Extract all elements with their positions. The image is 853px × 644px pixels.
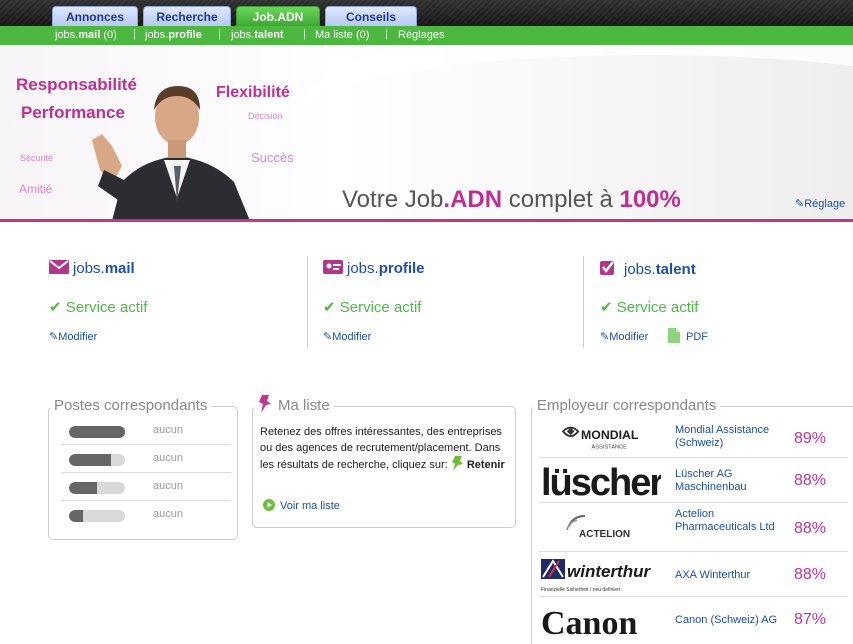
service-jobs-profile: jobs.profile ✔ Service actif ✎Modifier xyxy=(323,258,563,350)
hero-word-securite: Sécurité xyxy=(20,153,54,163)
poste-row: aucun xyxy=(61,501,231,529)
postes-title: Postes correspondants xyxy=(50,397,212,414)
match-bar-fill xyxy=(69,426,125,438)
hero-word-amitie: Amitié xyxy=(19,182,53,196)
employer-row[interactable]: winterthur Finanzielle Sicherheit / neu … xyxy=(539,553,848,597)
subnav-reglages[interactable]: Réglages xyxy=(398,29,444,41)
poste-row: aucun xyxy=(61,417,231,445)
subnav-jobs-mail[interactable]: jobs.mail (0) xyxy=(55,29,117,41)
retenir-label: Retenir xyxy=(466,459,505,471)
winterthur-logo-subtext: Finanzielle Sicherheit / neu definiert xyxy=(541,587,621,593)
employer-name: Actelion Pharmaceuticals Ltd xyxy=(675,508,775,533)
match-bar-fill xyxy=(69,482,97,494)
match-bar xyxy=(69,426,125,438)
service-jobs-mail: jobs.mail ✔ Service actif ✎Modifier xyxy=(49,258,289,350)
modify-link-mail[interactable]: ✎Modifier xyxy=(49,330,97,343)
reglage-link[interactable]: ✎Réglage xyxy=(795,197,845,210)
mondial-logo: MONDIAL ASSISTANCE xyxy=(561,426,639,450)
ma-liste-title: Ma liste xyxy=(254,395,334,414)
checkbox-icon xyxy=(600,261,614,275)
checkmark-icon: ✔ xyxy=(600,299,613,316)
profile-card-icon xyxy=(323,260,343,274)
service-status-mail: ✔ Service actif xyxy=(49,299,148,316)
winterthur-logo-text: winterthur xyxy=(567,562,651,581)
ma-liste-description: Retenez des offres intéressantes, des en… xyxy=(260,426,505,471)
employer-name: Mondial Assistance (Schweiz) xyxy=(675,424,770,449)
checkmark-icon: ✔ xyxy=(323,299,336,316)
employer-match-pct: 88% xyxy=(794,520,827,537)
service-title-talent: jobs.talent xyxy=(600,260,696,278)
voir-ma-liste-link[interactable]: Voir ma liste xyxy=(263,499,340,512)
mondial-logo-subtext: ASSISTANCE xyxy=(591,444,627,450)
businessman-illustration xyxy=(92,86,250,221)
employer-name: AXA Winterthur xyxy=(675,569,751,581)
service-status-profile: ✔ Service actif xyxy=(323,299,422,316)
modify-link-profile[interactable]: ✎Modifier xyxy=(323,330,371,343)
column-divider xyxy=(583,256,584,348)
match-bar xyxy=(69,510,125,522)
sub-navigation: jobs.mail (0) | jobs.profile | jobs.tale… xyxy=(0,26,853,45)
checkmark-icon: ✔ xyxy=(49,299,62,316)
employer-name: Canon (Schweiz) AG xyxy=(675,614,778,626)
match-bar xyxy=(69,482,125,494)
hero-title: Votre Job.ADN complet à 100% xyxy=(342,186,681,213)
employer-match-pct: 89% xyxy=(794,430,827,447)
tab-conseils[interactable]: Conseils xyxy=(325,6,417,26)
subnav-ma-liste[interactable]: Ma liste (0) xyxy=(315,29,369,41)
pushpin-icon xyxy=(259,395,271,413)
edit-icon: ✎ xyxy=(795,198,805,210)
service-title-mail: jobs.mail xyxy=(49,260,135,277)
tab-recherche[interactable]: Recherche xyxy=(143,6,231,26)
employer-row[interactable]: lüscher Lüscher AG Maschinenbau 88% xyxy=(539,459,848,503)
poste-value: aucun xyxy=(153,480,183,492)
poste-row: aucun xyxy=(61,445,231,473)
match-bar-fill xyxy=(69,454,111,466)
tab-job-adn[interactable]: Job.ADN xyxy=(236,6,320,26)
employer-match-pct: 88% xyxy=(794,566,827,583)
employer-match-pct: 88% xyxy=(794,472,827,489)
pdf-document-icon xyxy=(668,328,680,343)
service-title-profile: jobs.profile xyxy=(323,260,425,277)
luscher-logo-text: lüscher xyxy=(541,462,661,503)
employer-row[interactable]: Canon Canon (Schweiz) AG 87% xyxy=(539,598,848,642)
envelope-icon xyxy=(49,260,69,274)
postes-box: aucun aucun aucun aucun xyxy=(48,406,238,540)
hero-divider xyxy=(0,219,853,222)
subnav-separator: | xyxy=(133,28,136,40)
column-divider xyxy=(307,256,308,348)
modify-link-talent[interactable]: ✎Modifier xyxy=(600,330,648,343)
green-pushpin-icon xyxy=(451,456,463,471)
axa-winterthur-logo: winterthur Finanzielle Sicherheit / neu … xyxy=(541,559,651,593)
service-status-talent: ✔ Service actif xyxy=(600,299,699,316)
employeurs-title: Employeur correspondants xyxy=(533,397,721,414)
canon-logo: Canon xyxy=(541,605,637,642)
poste-value: aucun xyxy=(153,508,183,520)
match-bar xyxy=(69,454,125,466)
employer-name: Lüscher AG Maschinenbau xyxy=(675,468,747,493)
subnav-separator: | xyxy=(303,28,306,40)
canon-logo-text: Canon xyxy=(541,605,637,642)
edit-icon: ✎ xyxy=(323,331,333,343)
employer-row[interactable]: ACTELION Actelion Pharmaceuticals Ltd 88… xyxy=(539,504,848,552)
subnav-jobs-profile[interactable]: jobs.profile xyxy=(145,29,202,41)
pdf-link[interactable]: PDF xyxy=(668,328,708,343)
poste-value: aucun xyxy=(153,452,183,464)
service-jobs-talent: jobs.talent ✔ Service actif ✎Modifier PD… xyxy=(600,258,840,350)
employer-row[interactable]: MONDIAL ASSISTANCE Mondial Assistance (S… xyxy=(539,420,848,458)
edit-icon: ✎ xyxy=(600,331,610,343)
poste-value: aucun xyxy=(153,424,183,436)
subnav-separator: | xyxy=(218,28,221,40)
subnav-separator: | xyxy=(385,28,388,40)
edit-icon: ✎ xyxy=(49,331,59,343)
luscher-logo: lüscher xyxy=(541,462,661,503)
poste-row: aucun xyxy=(61,473,231,501)
tab-annonces[interactable]: Annonces xyxy=(52,6,138,26)
mondial-logo-text: MONDIAL xyxy=(581,428,639,442)
actelion-logo: ACTELION xyxy=(566,515,630,540)
subnav-jobs-talent[interactable]: jobs.talent xyxy=(231,29,284,41)
employer-match-pct: 87% xyxy=(794,611,827,628)
actelion-logo-text: ACTELION xyxy=(579,529,630,540)
play-circle-icon xyxy=(263,499,275,511)
match-bar-fill xyxy=(69,510,83,522)
